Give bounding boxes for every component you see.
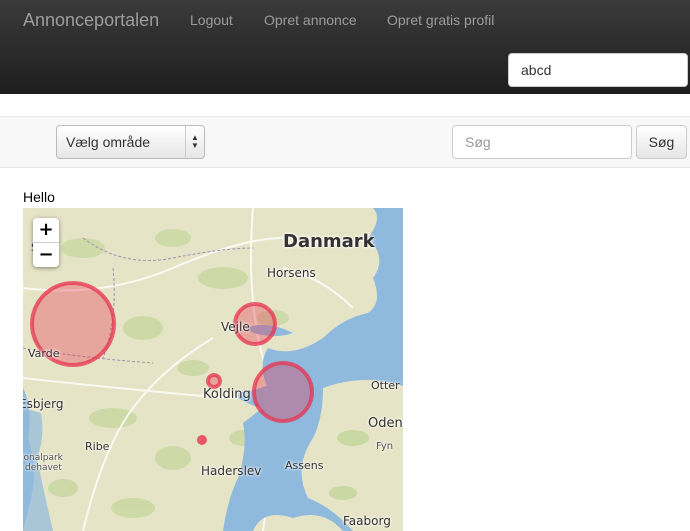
map-label-kolding: Kolding — [203, 387, 251, 402]
zoom-in-button[interactable]: + — [33, 218, 59, 243]
search-button[interactable]: Søg — [636, 125, 687, 159]
map-label-assens: Assens — [285, 459, 324, 472]
map-label-vejle: Vejle — [221, 320, 250, 334]
map-label-nationalpark: ionalpark — [23, 453, 63, 463]
map-label-odense: Odens — [368, 416, 403, 431]
search-input[interactable] — [452, 125, 632, 159]
map-label-danmark: Danmark — [283, 231, 375, 252]
select-arrows-icon: ▲ ▼ — [185, 126, 204, 158]
map-label-otter: Otter — [371, 379, 400, 392]
area-select-label: Vælg område — [66, 134, 151, 150]
map-label-horsens: Horsens — [267, 266, 316, 280]
zoom-control: + − — [33, 218, 59, 267]
nav-logout[interactable]: Logout — [190, 12, 233, 28]
map-label-haderslev: Haderslev — [201, 464, 262, 478]
map-label-esbjerg: Esbjerg — [23, 397, 64, 411]
nav-create-ad[interactable]: Opret annonce — [264, 12, 357, 28]
map[interactable]: Danmark Horsens Vejle Varde Kolding Otte… — [23, 208, 403, 531]
map-label-fyn: Fyn — [376, 441, 394, 452]
filter-bar: Vælg område ▲ ▼ Søg — [0, 116, 690, 168]
greeting-text: Hello — [23, 189, 55, 205]
brand-logo[interactable]: Annonceportalen — [23, 10, 159, 31]
map-label-faaborg: Faaborg — [343, 514, 391, 528]
map-tiles — [23, 208, 403, 531]
nav-create-profile[interactable]: Opret gratis profil — [387, 12, 494, 28]
map-label-ribe: Ribe — [85, 440, 110, 453]
navbar-search-input[interactable] — [508, 53, 688, 87]
top-navbar: Annonceportalen Logout Opret annonce Opr… — [0, 0, 690, 94]
zoom-out-button[interactable]: − — [33, 243, 59, 267]
area-select[interactable]: Vælg område ▲ ▼ — [56, 125, 205, 159]
map-label-vadehavet: dehavet — [25, 463, 62, 473]
map-label-varde: Varde — [28, 347, 60, 360]
